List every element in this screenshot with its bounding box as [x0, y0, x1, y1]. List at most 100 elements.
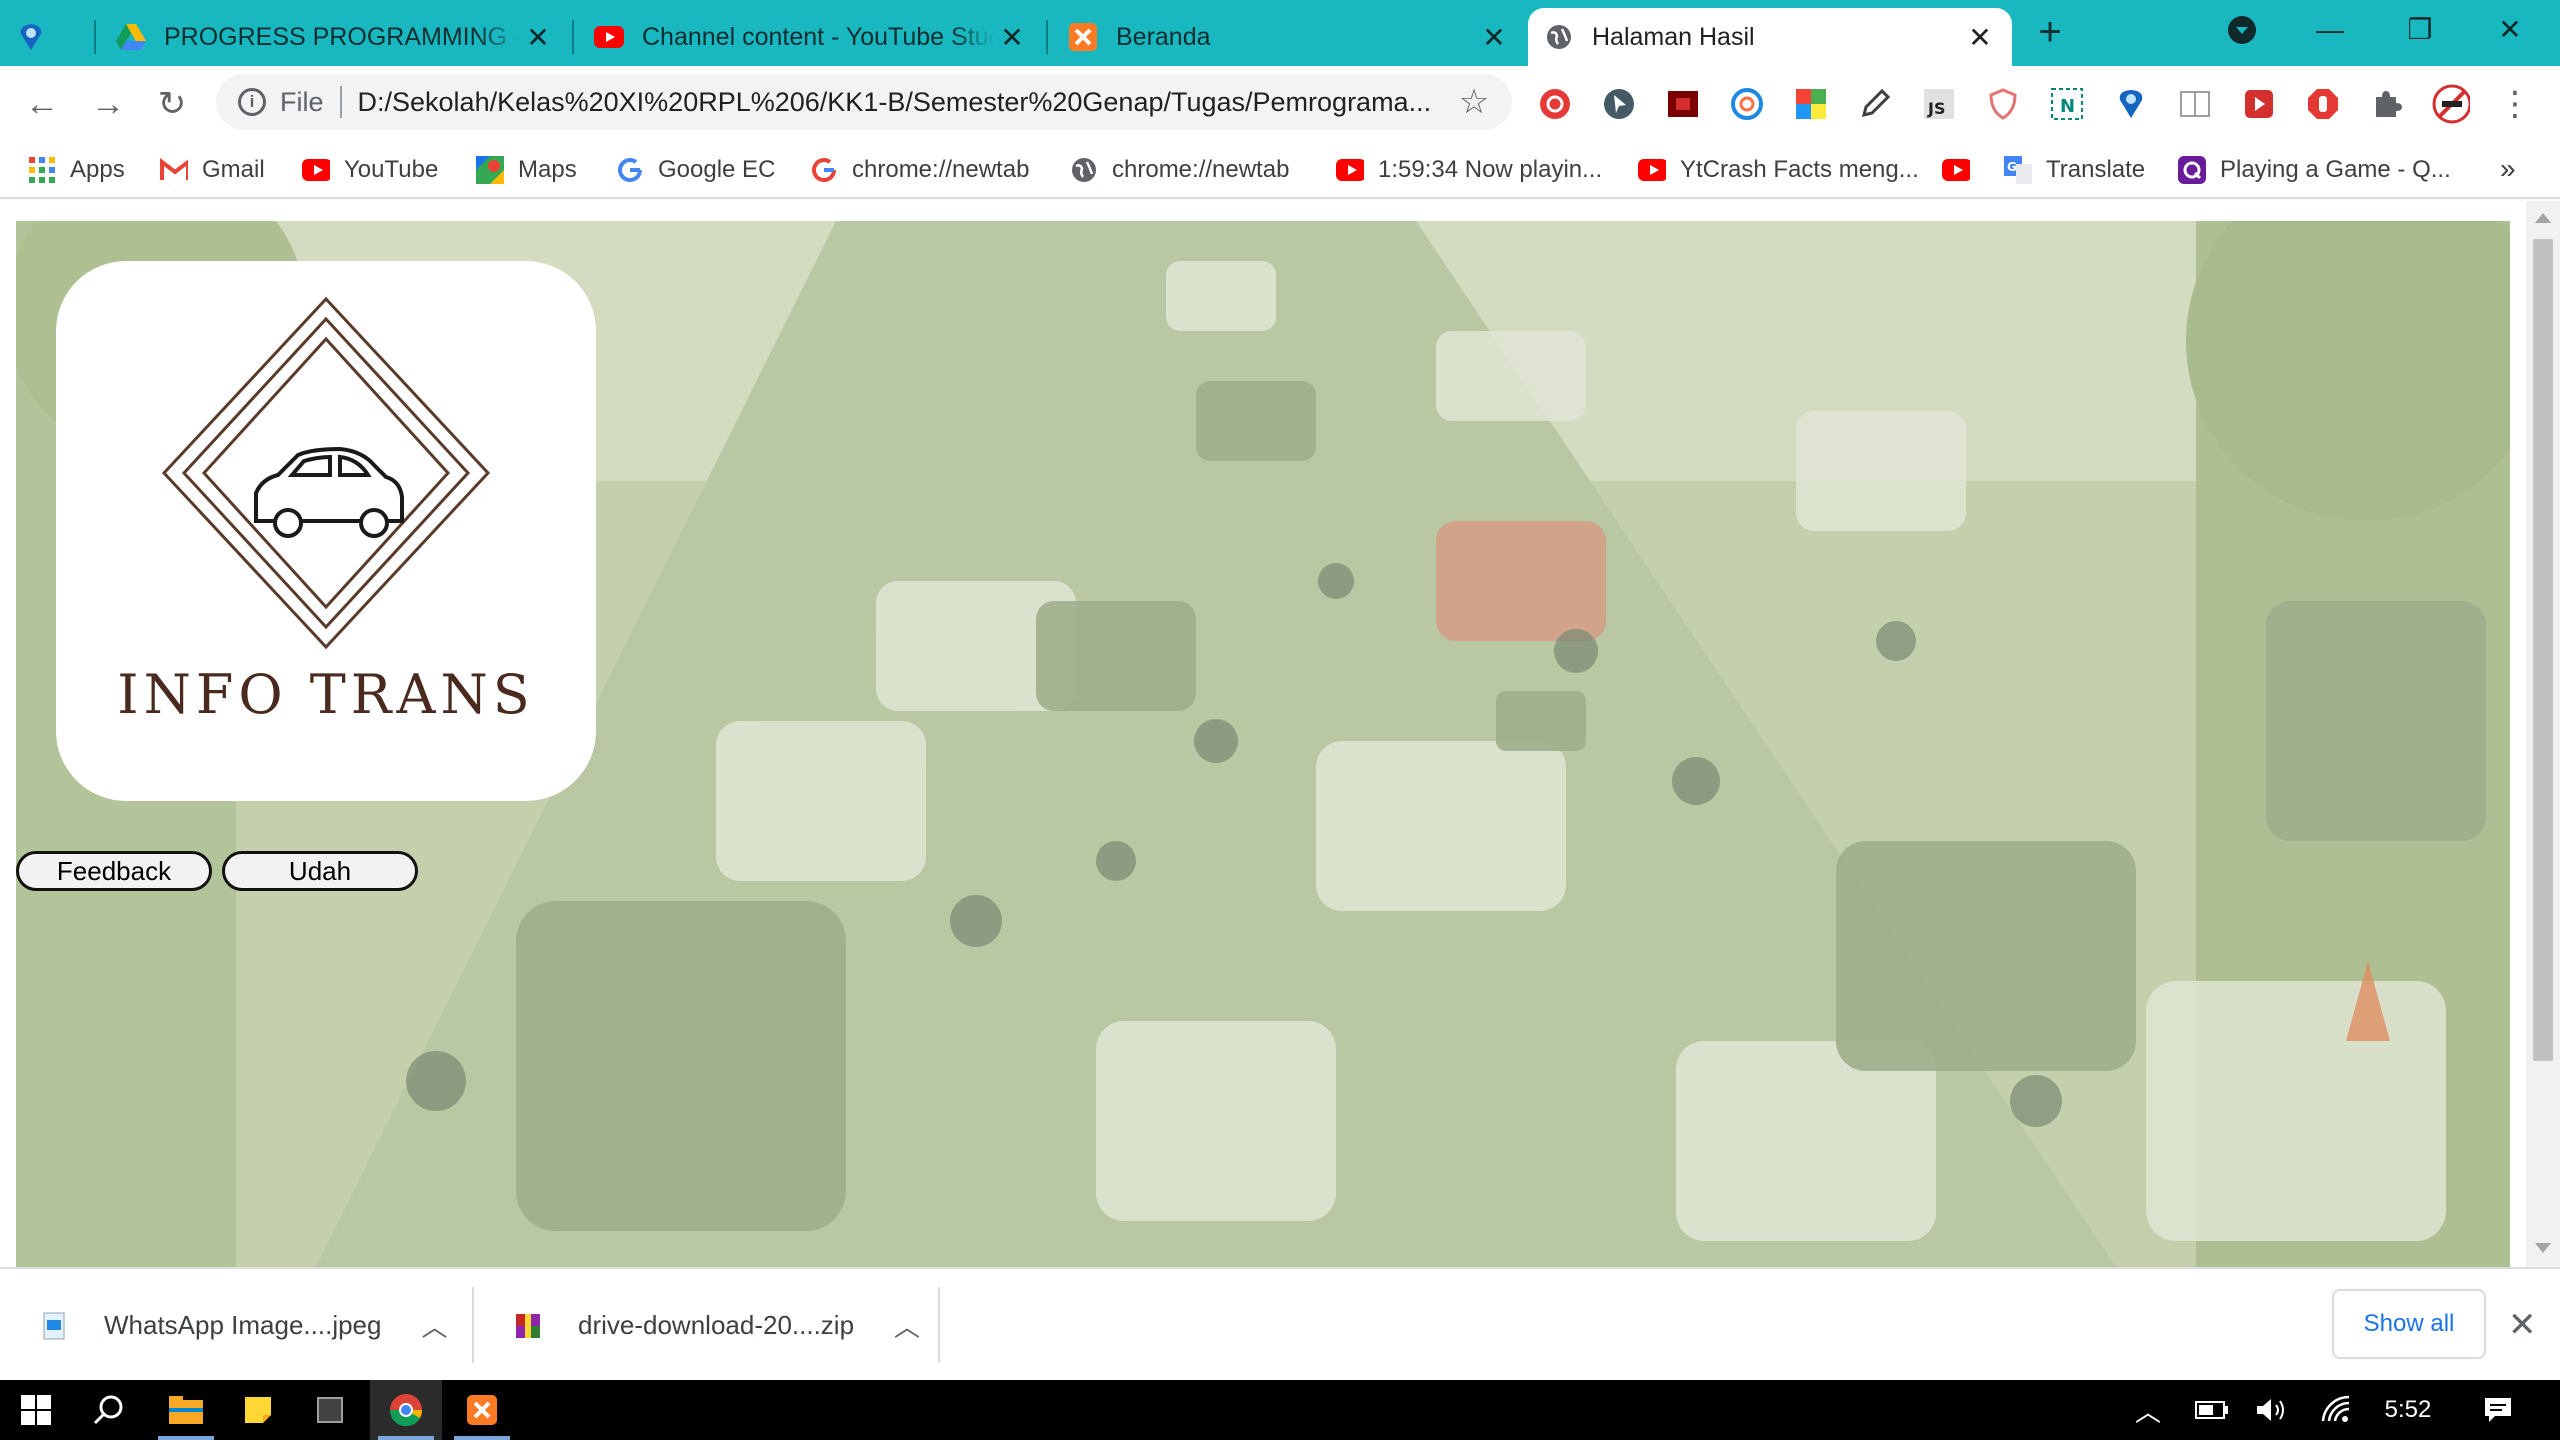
- bookmark-label: Playing a Game - Q...: [2220, 156, 2451, 183]
- close-shelf-icon[interactable]: ✕: [2508, 1305, 2537, 1345]
- scroll-up-icon[interactable]: [2535, 213, 2551, 223]
- udah-button[interactable]: Udah: [222, 851, 418, 891]
- bookmark-youtube[interactable]: YouTube: [302, 151, 438, 189]
- chevron-down-icon: [2228, 16, 2256, 44]
- tab-search-button[interactable]: [2212, 8, 2272, 52]
- youtube-icon: [1638, 156, 1666, 184]
- site-info-icon[interactable]: i: [238, 88, 266, 116]
- extensions-puzzle-icon[interactable]: [2368, 85, 2406, 123]
- bookmarks-overflow-button[interactable]: »: [2500, 153, 2516, 185]
- forward-button[interactable]: →: [86, 82, 130, 126]
- pin-icon[interactable]: [2112, 85, 2150, 123]
- clock-time[interactable]: 5:52: [2380, 1392, 2436, 1428]
- close-tab-icon[interactable]: ✕: [1476, 19, 1512, 55]
- close-tab-icon[interactable]: ✕: [994, 19, 1030, 55]
- extension-red-icon[interactable]: [1536, 85, 1574, 123]
- feedback-button[interactable]: Feedback: [16, 851, 212, 891]
- bookmark-label: Gmail: [202, 156, 265, 183]
- pencil-icon[interactable]: [1856, 85, 1894, 123]
- bookmark-now-playing[interactable]: 1:59:34 Now playin...: [1336, 151, 1602, 189]
- minimize-button[interactable]: —: [2300, 8, 2360, 52]
- back-button[interactable]: ←: [20, 82, 64, 126]
- sticky-notes-icon[interactable]: [222, 1380, 294, 1440]
- wifi-icon[interactable]: [2314, 1392, 2358, 1428]
- bookmark-quizizz[interactable]: Playing a Game - Q...: [2178, 151, 2451, 189]
- bookmark-ytcrash[interactable]: YtCrash Facts meng...: [1638, 151, 1919, 189]
- scrollbar-thumb[interactable]: [2533, 239, 2553, 1061]
- chevron-up-icon[interactable]: ︿: [894, 1307, 920, 1344]
- wheel-icon: [359, 508, 389, 538]
- tab-pinned[interactable]: [0, 8, 92, 66]
- volume-icon[interactable]: [2250, 1392, 2294, 1428]
- bookmark-gmail[interactable]: Gmail: [160, 151, 265, 189]
- app-window-icon[interactable]: [294, 1380, 366, 1440]
- scroll-down-icon[interactable]: [2535, 1243, 2551, 1253]
- extension-dark-red-icon[interactable]: [1664, 85, 1702, 123]
- extension-ring-icon[interactable]: [1728, 85, 1766, 123]
- extension-play-icon[interactable]: [2240, 85, 2278, 123]
- car-diamond-emblem: [161, 296, 491, 650]
- chrome-icon[interactable]: [370, 1380, 442, 1440]
- svg-text:JS: JS: [1927, 99, 1945, 118]
- maps-icon: [476, 156, 504, 184]
- show-hidden-icons-icon[interactable]: ︿: [2128, 1392, 2168, 1428]
- chevron-up-icon[interactable]: ︿: [421, 1307, 447, 1344]
- bookmark-newtab-2[interactable]: chrome://newtab: [1070, 151, 1289, 189]
- close-tab-icon[interactable]: ✕: [1962, 19, 1998, 55]
- tab-strip: PROGRESS PROGRAMMING - Google Drive ✕ Ch…: [0, 0, 2560, 66]
- zip-file-icon: [516, 1313, 540, 1338]
- extension-js-icon[interactable]: JS: [1920, 85, 1958, 123]
- bookmark-maps[interactable]: Maps: [476, 151, 577, 189]
- google-translate-icon: G: [2004, 156, 2032, 184]
- hero-background-image: INFO TRANS Feedback Udah: [16, 221, 2510, 1267]
- gmail-icon: [160, 156, 188, 184]
- reload-button[interactable]: ↻: [150, 82, 194, 126]
- extension-n-icon[interactable]: N: [2048, 85, 2086, 123]
- file-explorer-icon[interactable]: [150, 1380, 222, 1440]
- tab-google-drive[interactable]: PROGRESS PROGRAMMING - Google Drive ✕: [100, 8, 570, 66]
- windows-start-icon[interactable]: [0, 1380, 72, 1440]
- youtube-icon: [1942, 156, 1970, 184]
- profile-avatar[interactable]: [2432, 84, 2470, 124]
- google-icon: [810, 156, 838, 184]
- download-item-drive-zip[interactable]: drive-download-20....zip ︿: [474, 1269, 938, 1382]
- tab-youtube-studio[interactable]: Channel content - YouTube Studio ✕: [578, 8, 1044, 66]
- show-all-downloads-button[interactable]: Show all: [2332, 1289, 2486, 1359]
- extension-stop-hand-icon[interactable]: [2304, 85, 2342, 123]
- bookmark-translate[interactable]: G Translate: [2004, 151, 2145, 189]
- bookmarks-bar: Apps Gmail YouTube Maps Google EC chrome…: [0, 141, 2560, 199]
- menu-kebab-icon[interactable]: ⋮: [2496, 85, 2534, 123]
- google-icon: [616, 156, 644, 184]
- bookmark-newtab-1[interactable]: chrome://newtab: [810, 151, 1029, 189]
- xampp-icon[interactable]: [446, 1380, 518, 1440]
- extension-shield-icon[interactable]: [1984, 85, 2022, 123]
- bookmark-google-ec[interactable]: Google EC: [616, 151, 775, 189]
- battery-icon[interactable]: [2190, 1392, 2234, 1428]
- tab-halaman-hasil[interactable]: Halaman Hasil ✕: [1528, 8, 2012, 66]
- search-icon[interactable]: [72, 1380, 144, 1440]
- bookmark-youtube-2[interactable]: [1942, 151, 1984, 189]
- download-filename: drive-download-20....zip: [578, 1310, 855, 1340]
- page-scrollbar[interactable]: [2526, 201, 2560, 1267]
- close-tab-icon[interactable]: ✕: [520, 19, 556, 55]
- extension-reader-icon[interactable]: [2176, 85, 2214, 123]
- close-window-button[interactable]: ✕: [2480, 8, 2540, 52]
- notification-center-icon[interactable]: [2474, 1392, 2522, 1428]
- windows-taskbar: ︿ 5:52: [0, 1380, 2560, 1440]
- restore-button[interactable]: ❐: [2390, 8, 2450, 52]
- bookmark-label: chrome://newtab: [1112, 156, 1290, 183]
- bookmark-star-icon[interactable]: ☆: [1452, 82, 1496, 122]
- address-bar[interactable]: i File D:/Sekolah/Kelas%20XI%20RPL%206/K…: [216, 74, 1512, 130]
- apps-grid-icon: [28, 156, 56, 184]
- xampp-icon: [1068, 22, 1098, 52]
- extension-color-grid-icon[interactable]: [1792, 85, 1830, 123]
- url-text[interactable]: D:/Sekolah/Kelas%20XI%20RPL%206/KK1-B/Se…: [358, 87, 1452, 118]
- tab-beranda[interactable]: Beranda ✕: [1052, 8, 1526, 66]
- tab-separator: [94, 20, 96, 54]
- browser-toolbar: ← → ↻ i File D:/Sekolah/Kelas%20XI%20RPL…: [0, 66, 2560, 141]
- extension-cursor-icon[interactable]: [1600, 85, 1638, 123]
- new-tab-button[interactable]: +: [2030, 12, 2070, 54]
- bookmark-apps[interactable]: Apps: [28, 151, 125, 189]
- download-item-whatsapp-image[interactable]: WhatsApp Image....jpeg ︿: [0, 1269, 470, 1382]
- running-indicator: [158, 1436, 214, 1440]
